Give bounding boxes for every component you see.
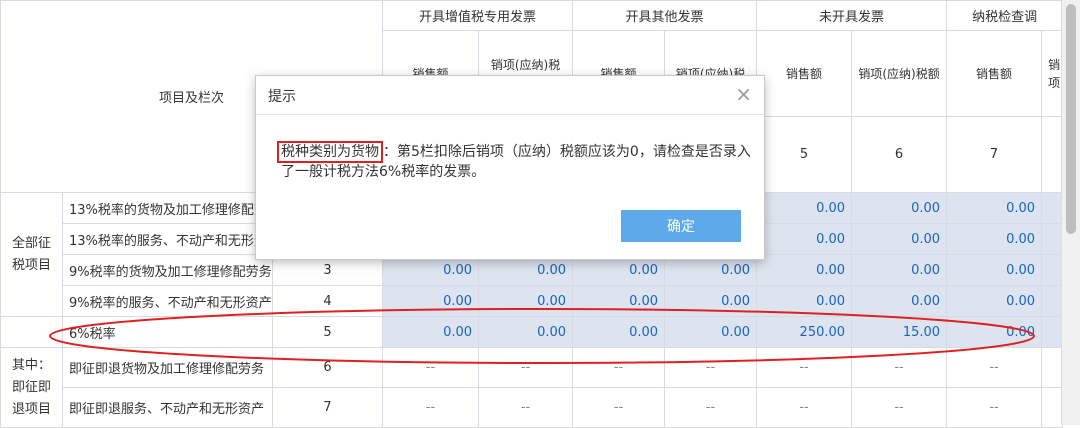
highlight-colon: ： [383,144,397,160]
dialog-message: 税种类别为货物 ：第5栏扣除后销项（应纳）税额应该为0，请检查是否录入了一般计税方… [277,141,751,182]
alert-dialog: 提示 × 税种类别为货物 ：第5栏扣除后销项（应纳）税额应该为0，请检查是否录入了… [255,75,765,260]
ok-button[interactable]: 确定 [621,210,741,242]
highlight-box: 税种类别为货物 [277,141,383,163]
close-icon[interactable]: × [735,82,752,106]
dialog-title: 提示 [268,89,296,105]
